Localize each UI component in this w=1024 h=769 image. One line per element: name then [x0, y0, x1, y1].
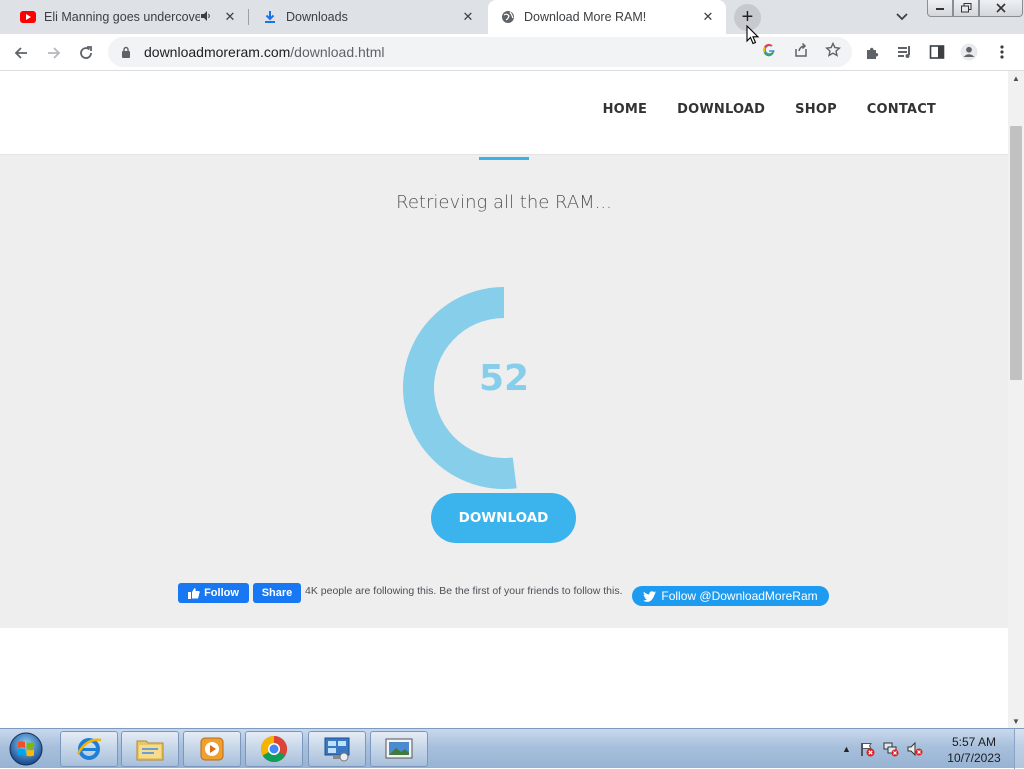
page-viewport: HOME DOWNLOAD SHOP CONTACT Retrieving al…: [0, 71, 1008, 728]
tab-title: Downloads: [286, 10, 348, 24]
scroll-thumb[interactable]: [1010, 126, 1022, 380]
nav-download[interactable]: DOWNLOAD: [677, 102, 765, 117]
back-icon[interactable]: [8, 40, 34, 66]
profile-avatar-icon[interactable]: [960, 43, 978, 61]
start-button[interactable]: [4, 730, 48, 768]
twitter-follow-button[interactable]: Follow @DownloadMoreRam: [632, 586, 829, 606]
status-text: Retrieving all the RAM...: [396, 192, 612, 213]
twitter-bird-icon: [643, 590, 657, 602]
scroll-up-arrow-icon[interactable]: ▲: [1008, 71, 1024, 85]
tab-downloads[interactable]: Downloads ✕: [250, 0, 486, 34]
side-panel-icon[interactable]: [928, 43, 946, 61]
tab-separator: [248, 9, 249, 25]
internet-explorer-icon: [76, 738, 102, 760]
taskbar-media-player[interactable]: [183, 731, 241, 767]
tab-title: Download More RAM!: [524, 10, 647, 24]
media-player-icon: [200, 737, 224, 761]
url-domain: downloadmoreram.com: [144, 44, 291, 60]
globe-icon: [500, 9, 516, 25]
nav-shop[interactable]: SHOP: [795, 102, 837, 117]
tab-title: Eli Manning goes undercover: [44, 10, 200, 24]
windows-taskbar: ▲ 5:57 AM 10/7/2023: [0, 728, 1024, 769]
taskbar-chrome[interactable]: [245, 731, 303, 767]
bookmark-star-icon[interactable]: [824, 41, 842, 59]
scroll-down-arrow-icon[interactable]: ▼: [1008, 714, 1024, 728]
browser-toolbar: downloadmoreram.com/download.html: [0, 34, 1024, 71]
action-center-flag-icon[interactable]: [859, 741, 875, 757]
tab-search-icon[interactable]: [895, 9, 913, 25]
minimize-icon[interactable]: [927, 0, 953, 17]
accent-divider: [479, 157, 529, 160]
nav-home[interactable]: HOME: [603, 102, 648, 117]
facebook-follow-label: Follow: [204, 587, 239, 599]
mouse-cursor-icon: [746, 25, 760, 45]
download-icon: [262, 9, 278, 25]
address-bar[interactable]: downloadmoreram.com/download.html: [108, 37, 852, 67]
close-window-icon[interactable]: [979, 0, 1023, 17]
window-controls: [927, 0, 1023, 17]
url-path: /download.html: [290, 44, 385, 60]
close-tab-icon[interactable]: ✕: [458, 7, 478, 27]
windows-explorer-icon: [136, 740, 164, 761]
facebook-share-button[interactable]: Share: [253, 583, 301, 603]
facebook-follow-text: 4K people are following this. Be the fir…: [305, 585, 623, 597]
site-header: HOME DOWNLOAD SHOP CONTACT: [0, 71, 1008, 155]
speaker-icon[interactable]: [200, 10, 216, 25]
page-scrollbar[interactable]: ▲ ▼: [1008, 71, 1024, 728]
thumbs-up-icon: [188, 587, 200, 599]
taskbar-windows-explorer[interactable]: [121, 731, 179, 767]
media-controls-icon[interactable]: [896, 43, 914, 61]
google-lens-icon[interactable]: [760, 41, 778, 59]
network-icon[interactable]: [883, 741, 899, 757]
download-button[interactable]: DOWNLOAD: [431, 493, 576, 543]
youtube-icon: [20, 9, 36, 25]
restore-icon[interactable]: [953, 0, 979, 17]
system-tray: ▲: [842, 729, 923, 769]
close-tab-icon[interactable]: ✕: [698, 7, 718, 27]
taskbar-clock[interactable]: 5:57 AM 10/7/2023: [938, 734, 1010, 766]
clock-date: 10/7/2023: [947, 751, 1001, 765]
tab-download-more-ram[interactable]: Download More RAM! ✕: [488, 0, 726, 34]
show-hidden-icons-icon[interactable]: ▲: [842, 744, 851, 754]
tab-youtube[interactable]: Eli Manning goes undercover ✕: [8, 0, 248, 34]
reload-icon[interactable]: [73, 40, 99, 66]
extensions-icon[interactable]: [864, 43, 882, 61]
facebook-follow-button[interactable]: Follow: [178, 583, 249, 603]
nav-contact[interactable]: CONTACT: [867, 102, 936, 117]
chrome-icon: [260, 735, 288, 763]
site-nav: HOME DOWNLOAD SHOP CONTACT: [603, 102, 936, 117]
windows-orb-icon: [9, 732, 43, 766]
volume-muted-icon[interactable]: [907, 741, 923, 757]
photo-viewer-icon: [385, 738, 413, 759]
url-text: downloadmoreram.com/download.html: [144, 44, 384, 60]
taskbar-remote-desktop[interactable]: [308, 731, 366, 767]
taskbar-photo-viewer[interactable]: [370, 731, 428, 767]
menu-kebab-icon[interactable]: [993, 43, 1011, 61]
close-tab-icon[interactable]: ✕: [220, 7, 240, 27]
share-icon[interactable]: [792, 41, 810, 59]
taskbar-internet-explorer[interactable]: [60, 731, 118, 767]
lock-icon[interactable]: [118, 46, 134, 58]
tab-strip: Eli Manning goes undercover ✕ Downloads …: [0, 0, 1024, 34]
forward-icon[interactable]: [41, 40, 67, 66]
show-desktop-button[interactable]: [1014, 729, 1024, 769]
clock-time: 5:57 AM: [951, 735, 997, 749]
remote-desktop-icon: [324, 737, 350, 762]
twitter-follow-label: Follow @DownloadMoreRam: [661, 589, 818, 603]
download-section: Retrieving all the RAM... 52 DOWNLOAD Fo…: [0, 155, 1008, 628]
progress-value: 52: [478, 358, 530, 399]
